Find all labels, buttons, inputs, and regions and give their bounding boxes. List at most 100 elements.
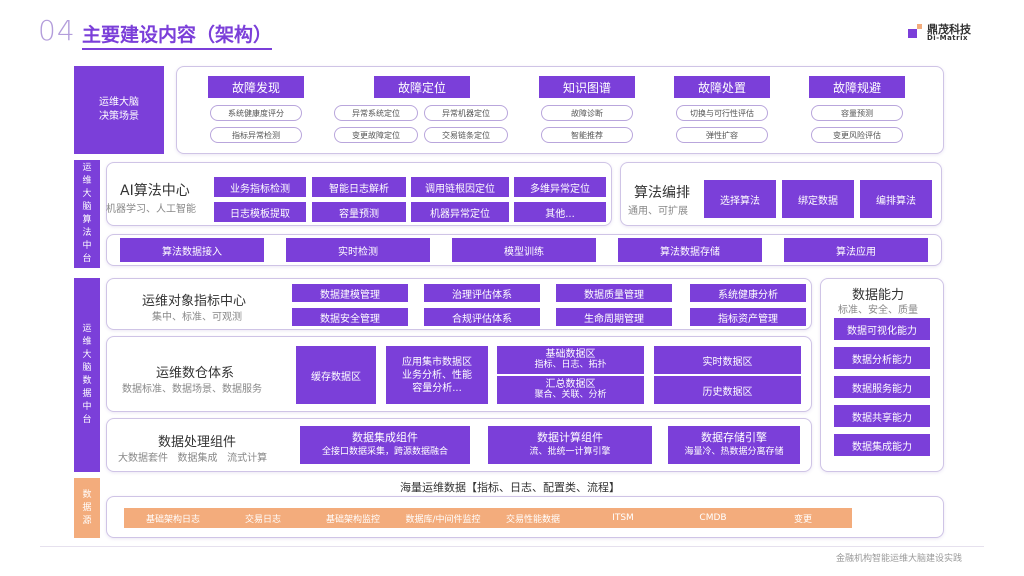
processing-item-title-1: 数据计算组件 <box>537 431 603 444</box>
source-side-label: 数 据 源 <box>74 478 100 538</box>
footer-line <box>40 546 984 547</box>
object-center-subtitle: 集中、标准、可观测 <box>152 312 242 323</box>
ai-item-6: 机器异常定位 <box>411 202 509 222</box>
cache-zone-label: 缓存数据区 <box>311 371 361 383</box>
ai-item-4: 日志模板提取 <box>214 202 306 222</box>
scene-item-1-2: 变更故障定位 <box>334 127 418 143</box>
source-title: 海量运维数据【指标、日志、配置类、流程】 <box>400 481 620 494</box>
warehouse-title: 运维数仓体系 <box>156 366 235 381</box>
agg-data-sub: 聚合、关联、分析 <box>534 390 607 400</box>
scene-item-0-0: 系统健康度评分 <box>210 105 302 121</box>
realtime-zone: 实时数据区 <box>654 346 801 374</box>
ai-item-0: 业务指标检测 <box>214 177 306 197</box>
capability-item-4: 数据集成能力 <box>834 434 930 456</box>
flow-item-4: 算法应用 <box>784 238 928 262</box>
base-data-zone: 基础数据区 指标、日志、拓扑 <box>497 346 644 374</box>
algo-side-text: 运 维 大 脑 算 法 中 台 <box>82 163 92 264</box>
capability-item-1: 数据分析能力 <box>834 347 930 369</box>
orch-item-1: 绑定数据 <box>782 180 854 218</box>
processing-item-1: 数据计算组件 流、批统一计算引擎 <box>488 426 652 464</box>
algo-orch-title: 算法编排 <box>634 185 690 201</box>
object-item-2: 数据质量管理 <box>556 284 672 302</box>
processing-item-0: 数据集成组件全接口数据采集，跨源数据融合 <box>300 426 470 464</box>
capability-subtitle: 标准、安全、质量 <box>838 305 918 316</box>
flow-item-1: 实时检测 <box>286 238 430 262</box>
history-zone: 历史数据区 <box>654 376 801 404</box>
object-item-7: 指标资产管理 <box>690 308 806 326</box>
footer-text: 金融机构智能运维大脑建设实践 <box>836 554 963 564</box>
object-center-title: 运维对象指标中心 <box>142 294 247 309</box>
processing-item-sub-1: 流、批统一计算引擎 <box>529 447 611 457</box>
scene-item-4-1: 变更风险评估 <box>811 127 903 143</box>
logo: 鼎茂科技 Di-Matrix <box>908 20 998 46</box>
base-data-title: 基础数据区 <box>545 349 596 360</box>
data-side-text: 运 维 大 脑 数 据 中 台 <box>82 324 92 425</box>
scene-side-label: 运维大脑 决策场景 <box>74 66 164 154</box>
flow-item-3: 算法数据存储 <box>618 238 762 262</box>
logo-icon <box>908 24 922 38</box>
scene-item-4-0: 容量预测 <box>811 105 903 121</box>
capability-item-2: 数据服务能力 <box>834 376 930 398</box>
object-item-5: 合规评估体系 <box>424 308 540 326</box>
object-item-3: 系统健康分析 <box>690 284 806 302</box>
scene-item-3-1: 弹性扩容 <box>676 127 768 143</box>
ai-item-3: 多维异常定位 <box>514 177 606 197</box>
scene-title-4: 故障规避 <box>809 76 905 98</box>
capability-item-3: 数据共享能力 <box>834 405 930 427</box>
source-item-5: ITSM <box>574 508 672 528</box>
source-item-3: 数据库/中间件监控 <box>394 508 492 528</box>
processing-subtitle: 大数据套件 数据集成 流式计算 <box>118 453 268 464</box>
scene-item-2-1: 智能推荐 <box>541 127 633 143</box>
scene-title-2: 知识图谱 <box>539 76 635 98</box>
flow-item-0: 算法数据接入 <box>120 238 264 262</box>
algo-orch-subtitle: 通用、可扩展 <box>628 206 688 217</box>
source-side-text: 数 据 源 <box>82 489 92 526</box>
logo-en: Di-Matrix <box>927 34 969 42</box>
processing-item-2: 数据存储引擎海量冷、热数据分离存储 <box>668 426 800 464</box>
scene-title-0: 故障发现 <box>208 76 304 98</box>
processing-item-sub-2: 海量冷、热数据分离存储 <box>684 447 784 457</box>
ai-item-2: 调用链根因定位 <box>411 177 509 197</box>
scene-item-0-1: 指标异常检测 <box>210 127 302 143</box>
section-number: 04 <box>38 14 76 47</box>
processing-item-title-0: 数据集成组件 <box>352 431 418 444</box>
agg-data-title: 汇总数据区 <box>545 379 596 390</box>
capability-item-0: 数据可视化能力 <box>834 318 930 340</box>
processing-title: 数据处理组件 <box>158 435 237 450</box>
data-side-label: 运 维 大 脑 数 据 中 台 <box>74 278 100 472</box>
orch-item-0: 选择算法 <box>704 180 776 218</box>
app-mart-zone: 应用集市数据区 业务分析、性能 容量分析... <box>386 346 488 404</box>
object-item-0: 数据建模管理 <box>292 284 408 302</box>
agg-data-zone: 汇总数据区 聚合、关联、分析 <box>497 376 644 404</box>
orch-item-2: 编排算法 <box>860 180 932 218</box>
object-item-1: 治理评估体系 <box>424 284 540 302</box>
object-item-6: 生命周期管理 <box>556 308 672 326</box>
ai-center-subtitle: 机器学习、人工智能 <box>106 204 196 215</box>
scene-item-3-0: 切换与可行性评估 <box>676 105 768 121</box>
scene-item-1-1: 异常机器定位 <box>424 105 508 121</box>
source-item-2: 基础架构监控 <box>304 508 402 528</box>
app-mart-label: 应用集市数据区 业务分析、性能 容量分析... <box>402 356 472 394</box>
source-item-4: 交易性能数据 <box>484 508 582 528</box>
source-item-1: 交易日志 <box>214 508 312 528</box>
history-label: 历史数据区 <box>702 386 753 398</box>
processing-item-sub-0: 全接口数据采集，跨源数据融合 <box>321 447 448 457</box>
ai-item-5: 容量预测 <box>312 202 406 222</box>
warehouse-subtitle: 数据标准、数据场景、数据服务 <box>122 384 262 395</box>
source-item-6: CMDB <box>664 508 762 528</box>
scene-title-3: 故障处置 <box>674 76 770 98</box>
scene-item-1-0: 异常系统定位 <box>334 105 418 121</box>
source-item-0: 基础架构日志 <box>124 508 222 528</box>
realtime-label: 实时数据区 <box>702 356 753 368</box>
algo-side-label: 运 维 大 脑 算 法 中 台 <box>74 160 100 268</box>
scene-item-1-3: 交易链条定位 <box>424 127 508 143</box>
base-data-sub: 指标、日志、拓扑 <box>534 360 607 370</box>
scene-side-text: 运维大脑 决策场景 <box>99 97 139 122</box>
scene-item-2-0: 故障诊断 <box>541 105 633 121</box>
ai-center-title: AI算法中心 <box>120 183 190 199</box>
page-title: 主要建设内容（架构） <box>82 20 273 50</box>
object-item-4: 数据安全管理 <box>292 308 408 326</box>
flow-item-2: 模型训练 <box>452 238 596 262</box>
scene-title-1: 故障定位 <box>374 76 470 98</box>
processing-item-title-2: 数据存储引擎 <box>701 431 767 444</box>
